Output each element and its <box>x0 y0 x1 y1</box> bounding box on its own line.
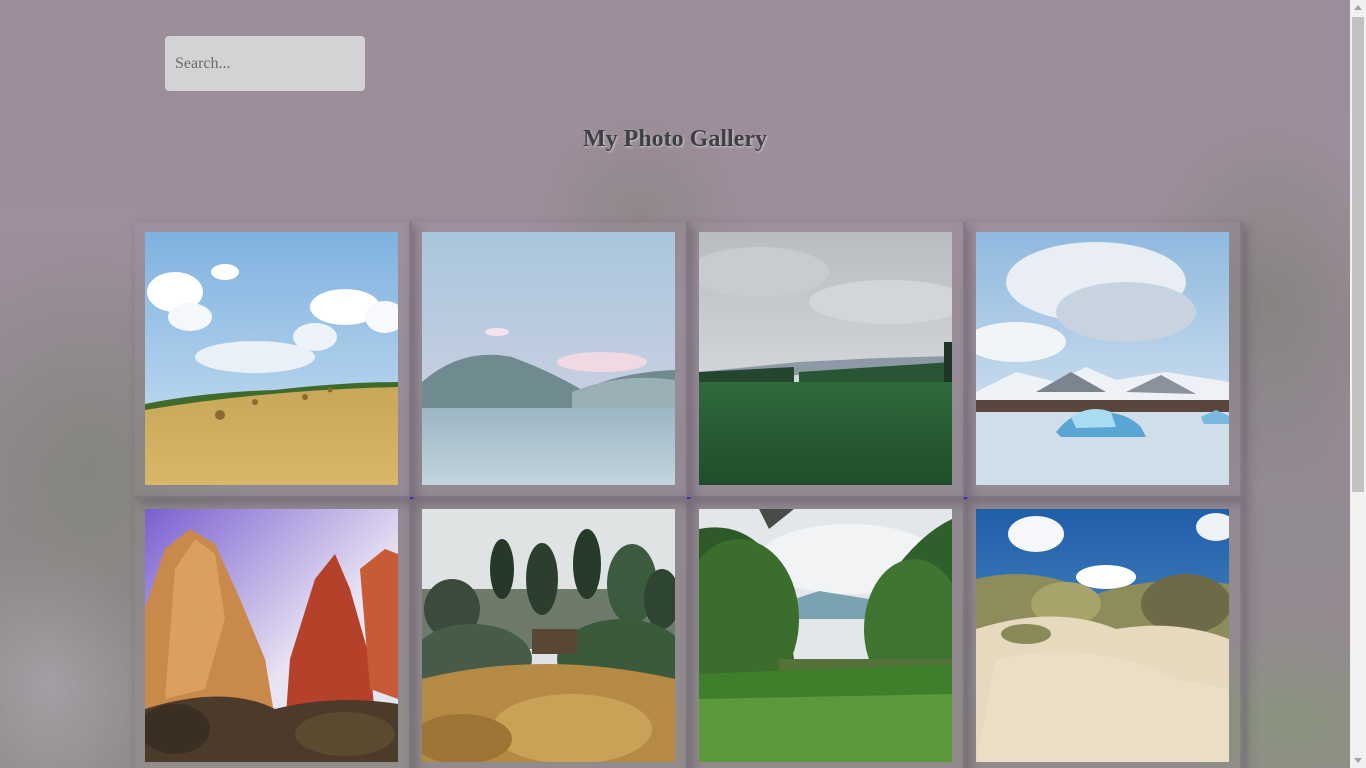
gallery-item[interactable] <box>966 222 1243 499</box>
green-plain-image <box>699 232 952 485</box>
vertical-scrollbar[interactable] <box>1350 0 1366 768</box>
photo-hay-field[interactable] <box>145 232 398 485</box>
page-title: My Photo Gallery <box>583 126 767 152</box>
hay-field-image <box>145 232 398 485</box>
gallery-item[interactable] <box>135 222 414 499</box>
gallery-item[interactable] <box>135 499 412 768</box>
photo-sand-dunes[interactable] <box>976 509 1229 762</box>
photo-garden-trees[interactable] <box>422 509 675 762</box>
red-rock-canyon-image <box>145 509 398 762</box>
photo-red-rock-canyon[interactable] <box>145 509 398 762</box>
gallery-item[interactable] <box>966 499 1243 768</box>
gallery-item[interactable] <box>689 499 966 768</box>
scroll-down-arrow-icon[interactable] <box>1354 758 1362 763</box>
glacier-lagoon-image <box>976 232 1229 485</box>
photo-green-plain[interactable] <box>699 232 952 485</box>
sand-dunes-image <box>976 509 1229 762</box>
scrollbar-thumb[interactable] <box>1352 17 1364 492</box>
gallery-item[interactable] <box>412 222 691 499</box>
search-input[interactable] <box>165 36 365 91</box>
scroll-up-arrow-icon[interactable] <box>1354 5 1362 10</box>
gallery-item[interactable] <box>689 222 968 499</box>
photo-green-valley[interactable] <box>699 509 952 762</box>
garden-trees-image <box>422 509 675 762</box>
gallery-item[interactable] <box>412 499 689 768</box>
green-valley-image <box>699 509 952 762</box>
photo-lake-mountains[interactable] <box>422 232 675 485</box>
lake-mountains-image <box>422 232 675 485</box>
photo-glacier-lagoon[interactable] <box>976 232 1229 485</box>
